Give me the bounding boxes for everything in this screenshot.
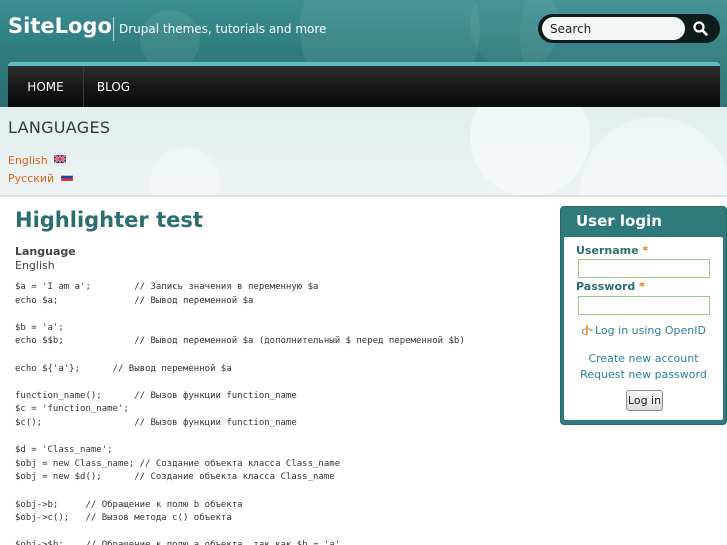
search-input[interactable] (542, 17, 685, 40)
search-form (538, 14, 720, 43)
decorative-bubble (580, 117, 727, 195)
password-label-text: Password (576, 280, 636, 293)
code-line: $c = 'function_name'; (15, 404, 129, 415)
openid-login-link[interactable]: Log in using OpenID (564, 324, 723, 337)
required-mark: * (642, 244, 649, 257)
code-line: $b = 'a'; (15, 322, 64, 333)
code-line: echo $$b; // Вывод переменной $a (дополн… (15, 336, 465, 347)
username-label: Username * (576, 244, 648, 257)
site-slogan: Drupal themes, tutorials and more (119, 22, 327, 36)
language-label: English (8, 154, 48, 167)
page-title: Highlighter test (15, 208, 203, 232)
openid-icon (581, 324, 593, 336)
language-label: Русский (8, 172, 55, 185)
decorative-bubble (140, 10, 200, 70)
search-icon (693, 21, 708, 36)
user-login-form: Username * Password * Log in using OpenI… (564, 237, 723, 420)
site-logo[interactable]: SiteLogo (8, 14, 112, 38)
request-password-link[interactable]: Request new password (564, 368, 723, 381)
create-account-link[interactable]: Create new account (564, 352, 723, 365)
username-label-text: Username (576, 244, 639, 257)
username-input[interactable] (578, 259, 710, 278)
code-line: function_name(); // Вызов функции functi… (15, 390, 297, 401)
main-menu: HOME BLOG (8, 62, 720, 107)
field-language-label: Language (15, 245, 76, 258)
code-line: echo ${'a'}; // Вывод переменной $a (15, 363, 232, 374)
openid-label: Log in using OpenID (595, 324, 706, 337)
decorative-bubble (470, 107, 590, 195)
languages-block: LANGUAGES English Русский (0, 107, 727, 197)
required-mark: * (639, 280, 645, 293)
login-submit-button[interactable]: Log in (626, 390, 663, 411)
language-link-english[interactable]: English (8, 154, 67, 167)
code-line: $obj = new $d(); // Создание объекта кла… (15, 472, 335, 483)
languages-title: LANGUAGES (8, 118, 111, 137)
code-line: $a = 'I am a'; // Запись значения в пере… (15, 282, 319, 292)
search-button[interactable] (690, 18, 712, 39)
uk-flag-icon (54, 155, 67, 163)
nav-item-blog[interactable]: BLOG (83, 66, 143, 107)
ru-flag-icon (60, 173, 73, 181)
code-line: $c(); // Вызов функции function_name (15, 417, 297, 428)
user-login-block: User login Username * Password * Log in … (560, 206, 727, 425)
password-input[interactable] (578, 296, 710, 315)
field-language-value: English (15, 259, 55, 272)
password-label: Password * (576, 280, 645, 293)
language-link-russian[interactable]: Русский (8, 172, 73, 185)
nav-item-home[interactable]: HOME (8, 66, 83, 107)
code-line: echo $a; // Вывод переменной $a (15, 295, 254, 306)
code-line: $obj->c(); // Вызов метода c() объекта (15, 513, 232, 524)
code-block: $a = 'I am a'; // Запись значения в пере… (15, 281, 550, 545)
logo-divider (113, 17, 114, 41)
code-line: $d = 'Class_name'; (15, 445, 113, 456)
code-line: $obj = new Class_name; // Создание объек… (15, 458, 341, 469)
code-line: $obj->$b; // Обращение к полю a объекта,… (15, 539, 550, 545)
code-line: $obj->b; // Обращение к полю b объекта (15, 499, 243, 510)
user-login-title: User login (576, 212, 662, 230)
decorative-bubble (150, 147, 220, 195)
